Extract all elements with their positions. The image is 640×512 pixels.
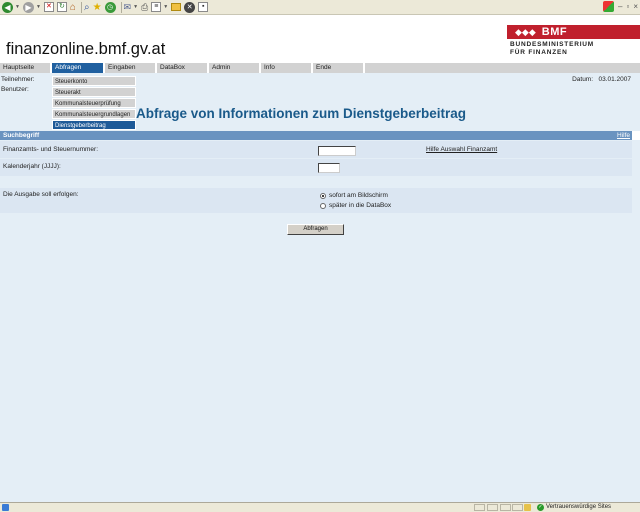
help-link[interactable]: Hilfe (617, 131, 630, 140)
history-icon[interactable]: ◷ (104, 1, 116, 13)
dropdown-item-steuerakt[interactable]: Steuerakt (52, 87, 136, 97)
page-title: Abfrage von Informationen zum Dienstgebe… (136, 106, 467, 121)
form-row-year: Kalenderjahr (JJJJ): (0, 159, 632, 176)
favorites-icon[interactable]: ★ (93, 2, 102, 13)
search-section-header: Suchbegriff Hilfe (0, 131, 632, 140)
dropdown-item-dienstgeberbeitrag[interactable]: Dienstgeberbeitrag (52, 120, 136, 130)
toolbar-divider (120, 1, 122, 13)
bmf-logo-line1: BUNDESMINISTERIUM (510, 41, 595, 48)
edit-icon[interactable]: ≡ (151, 2, 162, 12)
lock-icon (524, 504, 531, 511)
nav-item-info[interactable]: Info (261, 63, 311, 73)
security-zone-label: Vertrauenswürdige Sites (546, 504, 612, 510)
close-icon[interactable]: × (633, 2, 638, 11)
abfragen-button[interactable]: Abfragen (287, 224, 344, 235)
nav-item-admin[interactable]: Admin (209, 63, 259, 73)
page-status-icon (2, 504, 9, 511)
toolbar-divider (80, 1, 82, 13)
bmf-logo: ◆◆◆ BMF BUNDESMINISTERIUM FÜR FINANZEN (507, 25, 640, 59)
form-row-output: Die Ausgabe soll erfolgen: sofort am Bil… (0, 188, 632, 213)
window-controls: – ▫ × (603, 1, 638, 12)
refresh-icon[interactable]: ↻ (56, 2, 67, 12)
maximize-icon[interactable]: ▫ (626, 2, 629, 11)
form-row-tax-number: Finanzamts- und Steuernummer: Hilfe Ausw… (0, 141, 632, 158)
eagle-icon: ◆◆◆ (515, 26, 536, 37)
mail-icon[interactable]: ✉ (124, 2, 132, 13)
status-cell (500, 504, 511, 511)
minimize-icon[interactable]: – (618, 2, 622, 11)
site-header: finanzonline.bmf.gv.at ◆◆◆ BMF BUNDESMIN… (0, 15, 640, 63)
home-icon[interactable]: ⌂ (70, 2, 76, 13)
bmf-logo-line2: FÜR FINANZEN (510, 49, 568, 56)
abfragen-dropdown: Steuerkonto Steuerakt Kommunalsteuerprüf… (52, 76, 136, 131)
tax-number-label: Finanzamts- und Steuernummer: (3, 146, 99, 153)
browser-toolbar: ◀ ▼ ▶ ▼ ✕ ↻ ⌂ ⌕ ★ ◷ ✉ ▼ ⎙ ≡ ▼ ✕ ▪ – ▫ × (0, 0, 640, 15)
radio-databox[interactable] (320, 202, 326, 209)
forward-dropdown-icon[interactable]: ▼ (36, 4, 41, 10)
bmf-logo-bar: ◆◆◆ BMF (507, 25, 640, 39)
status-cell (474, 504, 485, 511)
bmf-logo-abbr: BMF (541, 26, 568, 38)
radio-databox-label: später in die DataBox (329, 202, 392, 209)
status-cell (487, 504, 498, 511)
browser-status-bar: ✓ Vertrauenswürdige Sites (0, 502, 640, 512)
back-dropdown-icon[interactable]: ▼ (15, 4, 20, 10)
status-cell (512, 504, 523, 511)
dropdown-item-kommunalsteuerpruefung[interactable]: Kommunalsteuerprüfung (52, 98, 136, 108)
back-icon[interactable]: ◀ (2, 1, 13, 13)
benutzer-label: Benutzer: (1, 86, 29, 93)
finanzamt-help-link[interactable]: Hilfe Auswahl Finanzamt (426, 146, 497, 153)
year-input[interactable] (318, 163, 340, 173)
stop-icon[interactable]: ✕ (43, 2, 54, 12)
nav-divider (363, 63, 365, 73)
windows-logo-icon (603, 1, 615, 12)
date-display: Datum: 03.01.2007 (572, 76, 631, 83)
print-icon[interactable]: ⎙ (141, 2, 148, 13)
output-option-screen[interactable]: sofort am Bildschirm (320, 192, 388, 199)
section-title: Suchbegriff (3, 132, 40, 139)
trusted-zone-icon: ✓ (537, 504, 544, 511)
year-label: Kalenderjahr (JJJJ): (3, 163, 61, 170)
main-nav: Hauptseite Abfragen Eingaben DataBox Adm… (0, 63, 640, 73)
nav-item-abfragen[interactable]: Abfragen (52, 63, 103, 73)
dropdown-item-steuerkonto[interactable]: Steuerkonto (52, 76, 136, 86)
edit-dropdown-icon[interactable]: ▼ (163, 4, 168, 10)
nav-item-databox[interactable]: DataBox (157, 63, 207, 73)
teilnehmer-label: Teilnehmer: (1, 76, 35, 83)
output-label: Die Ausgabe soll erfolgen: (3, 191, 79, 198)
tax-number-input[interactable] (318, 146, 356, 156)
folder-icon[interactable] (171, 3, 182, 11)
radio-screen[interactable] (320, 192, 326, 199)
forward-icon[interactable]: ▶ (22, 1, 34, 13)
radio-screen-label: sofort am Bildschirm (329, 192, 388, 199)
search-icon[interactable]: ⌕ (84, 2, 90, 13)
date-value: 03.01.2007 (598, 76, 631, 83)
mail-dropdown-icon[interactable]: ▼ (133, 4, 138, 10)
output-option-databox[interactable]: später in die DataBox (320, 202, 391, 209)
messenger-icon[interactable]: ✕ (184, 1, 196, 13)
page-icon[interactable]: ▪ (198, 2, 209, 12)
site-title: finanzonline.bmf.gv.at (6, 40, 166, 58)
nav-item-eingaben[interactable]: Eingaben (105, 63, 155, 73)
dropdown-item-kommunalsteuergrundlagen[interactable]: Kommunalsteuergrundlagen (52, 109, 136, 119)
nav-item-hauptseite[interactable]: Hauptseite (0, 63, 50, 73)
date-label: Datum: (572, 76, 594, 83)
nav-item-ende[interactable]: Ende (313, 63, 363, 73)
